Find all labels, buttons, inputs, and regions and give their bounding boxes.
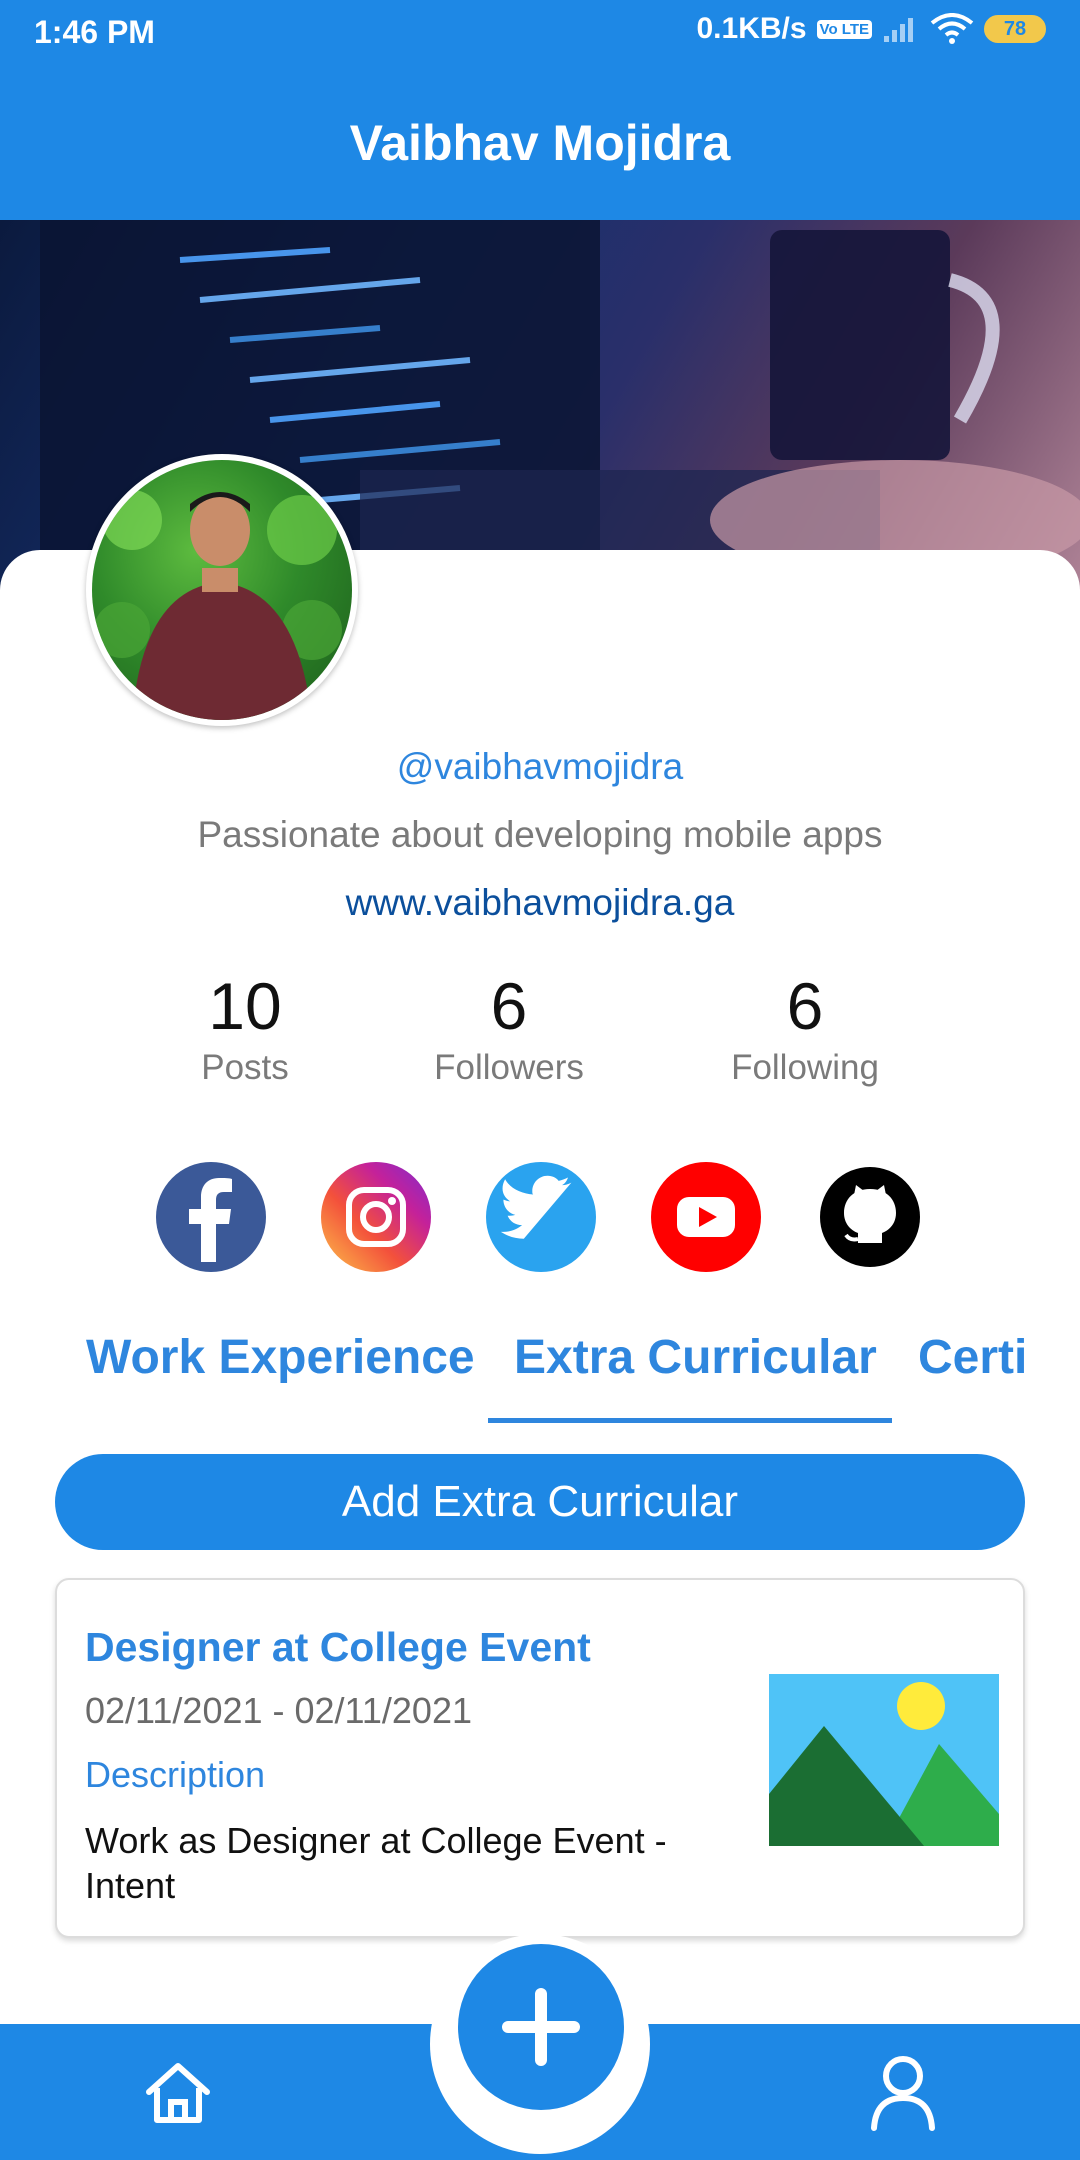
stat-followers-label: Followers [434,1048,584,1087]
github-icon[interactable] [820,1167,920,1267]
network-speed: 0.1KB/s [696,12,807,45]
stat-posts-value: 10 [208,969,282,1043]
stat-following-label: Following [731,1048,879,1087]
instagram-icon[interactable] [321,1162,431,1272]
add-icon [502,1988,580,2066]
avatar[interactable] [86,454,358,726]
stat-followers-value: 6 [490,969,528,1043]
avatar-photo [92,460,352,720]
stat-posts-label: Posts [201,1048,289,1087]
app-bar: Vaibhav Mojidra [0,66,1080,220]
stat-following[interactable]: 6 Following [675,968,935,1088]
tab-indicator [488,1418,892,1423]
tab-certifications[interactable]: Certi [918,1330,1027,1385]
volte-icon: Vo LTE [816,19,872,39]
status-time: 1:46 PM [34,14,155,50]
home-icon[interactable] [143,2058,213,2128]
username: @vaibhavmojidra [396,746,684,787]
youtube-icon[interactable] [651,1162,761,1272]
status-bar: 1:46 PM 0.1KB/s Vo LTE 78 [0,0,1080,66]
twitter-icon[interactable] [486,1162,596,1272]
entry-title: Designer at College Event [85,1624,591,1670]
add-post-button[interactable] [458,1944,624,2110]
status-icons: 0.1KB/s Vo LTE 78 [696,12,1046,46]
stat-followers[interactable]: 6 Followers [379,968,639,1088]
signal-icon [884,18,913,42]
page-title: Vaibhav Mojidra [349,115,731,171]
facebook-icon[interactable] [156,1162,266,1272]
website-link[interactable]: www.vaibhavmojidra.ga [0,882,1080,924]
entry-date: 02/11/2021 - 02/11/2021 [85,1690,472,1731]
entry-description: Work as Designer at College Event - Inte… [85,1820,667,1906]
add-extra-curricular-button[interactable]: Add Extra Curricular [55,1454,1025,1550]
tab-work-experience[interactable]: Work Experience [86,1330,475,1385]
battery-icon: 78 [984,15,1046,43]
stat-following-value: 6 [786,969,824,1043]
image-placeholder-icon [769,1674,999,1846]
extra-curricular-card[interactable]: Designer at College Event 02/11/2021 - 0… [55,1578,1025,1938]
stat-posts[interactable]: 10 Posts [115,968,375,1088]
bio: Passionate about developing mobile apps [197,814,883,855]
tab-extra-curricular[interactable]: Extra Curricular [514,1330,877,1385]
wifi-icon [930,13,974,44]
entry-description-label: Description [85,1754,266,1795]
profile-icon[interactable] [868,2052,938,2132]
